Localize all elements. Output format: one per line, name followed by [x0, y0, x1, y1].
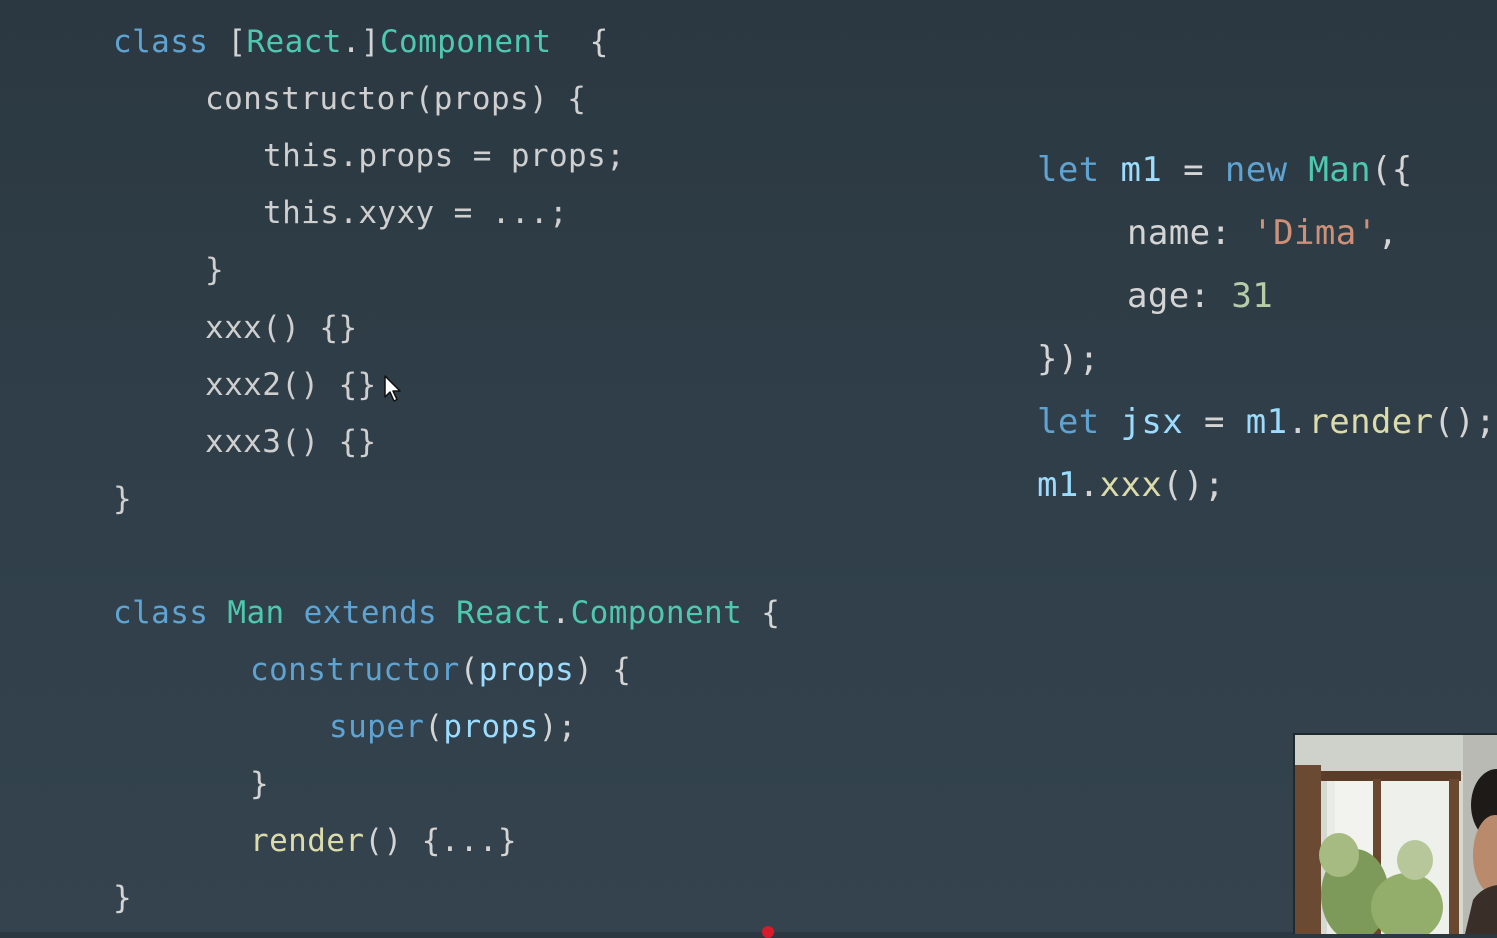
code-token: super [329, 709, 425, 745]
code-token: . [1287, 402, 1309, 442]
code-token: = [1183, 402, 1246, 442]
code-token: xxx3() {} [205, 424, 377, 460]
code-line: } [250, 769, 269, 800]
code-token: }); [1037, 339, 1100, 379]
code-token: { [551, 24, 609, 60]
recording-dot [762, 926, 774, 938]
code-line: this.props = props; [263, 141, 625, 172]
code-token: this.props = props; [263, 138, 626, 174]
code-token: ) { [574, 652, 632, 688]
code-slide: class [React.]Component { constructor(pr… [0, 0, 1497, 938]
code-token: m1 [1037, 465, 1079, 505]
code-line: class [React.]Component { [113, 27, 609, 58]
code-line: render() {...} [250, 826, 517, 857]
code-token: let [1037, 402, 1121, 442]
code-token: class [113, 24, 228, 60]
code-token: ); [538, 709, 577, 745]
code-token: () {...} [364, 823, 517, 859]
code-token: ({ [1370, 150, 1413, 190]
code-line: this.xyxy = ...; [263, 198, 568, 229]
code-token: m1 [1245, 402, 1288, 442]
code-token: constructor(props) { [205, 81, 587, 117]
code-line: } [205, 255, 224, 286]
presenter-webcam [1293, 733, 1497, 934]
code-token: props [478, 652, 575, 688]
code-line: xxx3() {} [205, 427, 377, 458]
code-line: m1.xxx(); [1037, 468, 1225, 502]
code-token: 'Dima' [1252, 213, 1378, 253]
code-token: } [205, 252, 225, 288]
code-token: render [1308, 402, 1434, 442]
webcam-scene [1295, 735, 1497, 934]
code-token: (); [1162, 465, 1225, 505]
code-token: constructor [250, 652, 460, 688]
code-token: = [1162, 150, 1225, 190]
code-token: age: [1127, 276, 1232, 316]
code-token: { [742, 595, 781, 631]
code-token: } [113, 481, 133, 517]
code-line: super(props); [329, 712, 577, 743]
mouse-pointer-icon [384, 375, 401, 402]
code-token: xxx2() {} [205, 367, 377, 403]
code-line: name: 'Dima', [1127, 216, 1398, 250]
code-token: ( [424, 709, 444, 745]
code-token: let [1037, 150, 1121, 190]
code-token: ] [360, 24, 380, 60]
code-token: name: [1127, 213, 1253, 253]
code-token: props [443, 709, 539, 745]
code-token: extends [303, 595, 457, 631]
code-token: jsx [1120, 402, 1184, 442]
code-token: xxx() {} [205, 310, 358, 346]
code-token: new [1224, 150, 1309, 190]
code-line: class Man extends React.Component { [113, 598, 780, 629]
code-token: Component [570, 595, 743, 631]
code-token: ( [459, 652, 479, 688]
code-token: this.xyxy = ...; [263, 195, 569, 231]
code-token: React [246, 24, 342, 60]
code-token: [ [227, 24, 247, 60]
code-token: Man [1308, 150, 1371, 190]
code-line: let m1 = new Man({ [1037, 153, 1413, 187]
code-token: . [551, 595, 571, 631]
code-token: 31 [1231, 276, 1274, 316]
code-token: render [250, 823, 365, 859]
code-line: } [113, 484, 132, 515]
code-line: xxx() {} [205, 313, 358, 344]
code-token: class [113, 595, 228, 631]
code-line: let jsx = m1.render(); [1037, 405, 1496, 439]
code-line: constructor(props) { [250, 655, 631, 686]
code-line: age: 31 [1127, 279, 1273, 313]
code-token: Man [227, 595, 304, 631]
code-token: Component [379, 24, 552, 60]
code-line: xxx2() {} [205, 370, 377, 401]
code-token: xxx [1099, 465, 1163, 505]
code-token: (); [1433, 402, 1497, 442]
code-line: constructor(props) { [205, 84, 586, 115]
code-token: React [456, 595, 552, 631]
code-token: } [250, 766, 270, 802]
code-line: } [113, 883, 132, 914]
code-line: }); [1037, 342, 1100, 376]
code-token: m1 [1120, 150, 1163, 190]
code-token: , [1377, 213, 1399, 253]
code-token: . [1078, 465, 1100, 505]
code-token: } [113, 880, 133, 916]
code-token: . [341, 24, 361, 60]
